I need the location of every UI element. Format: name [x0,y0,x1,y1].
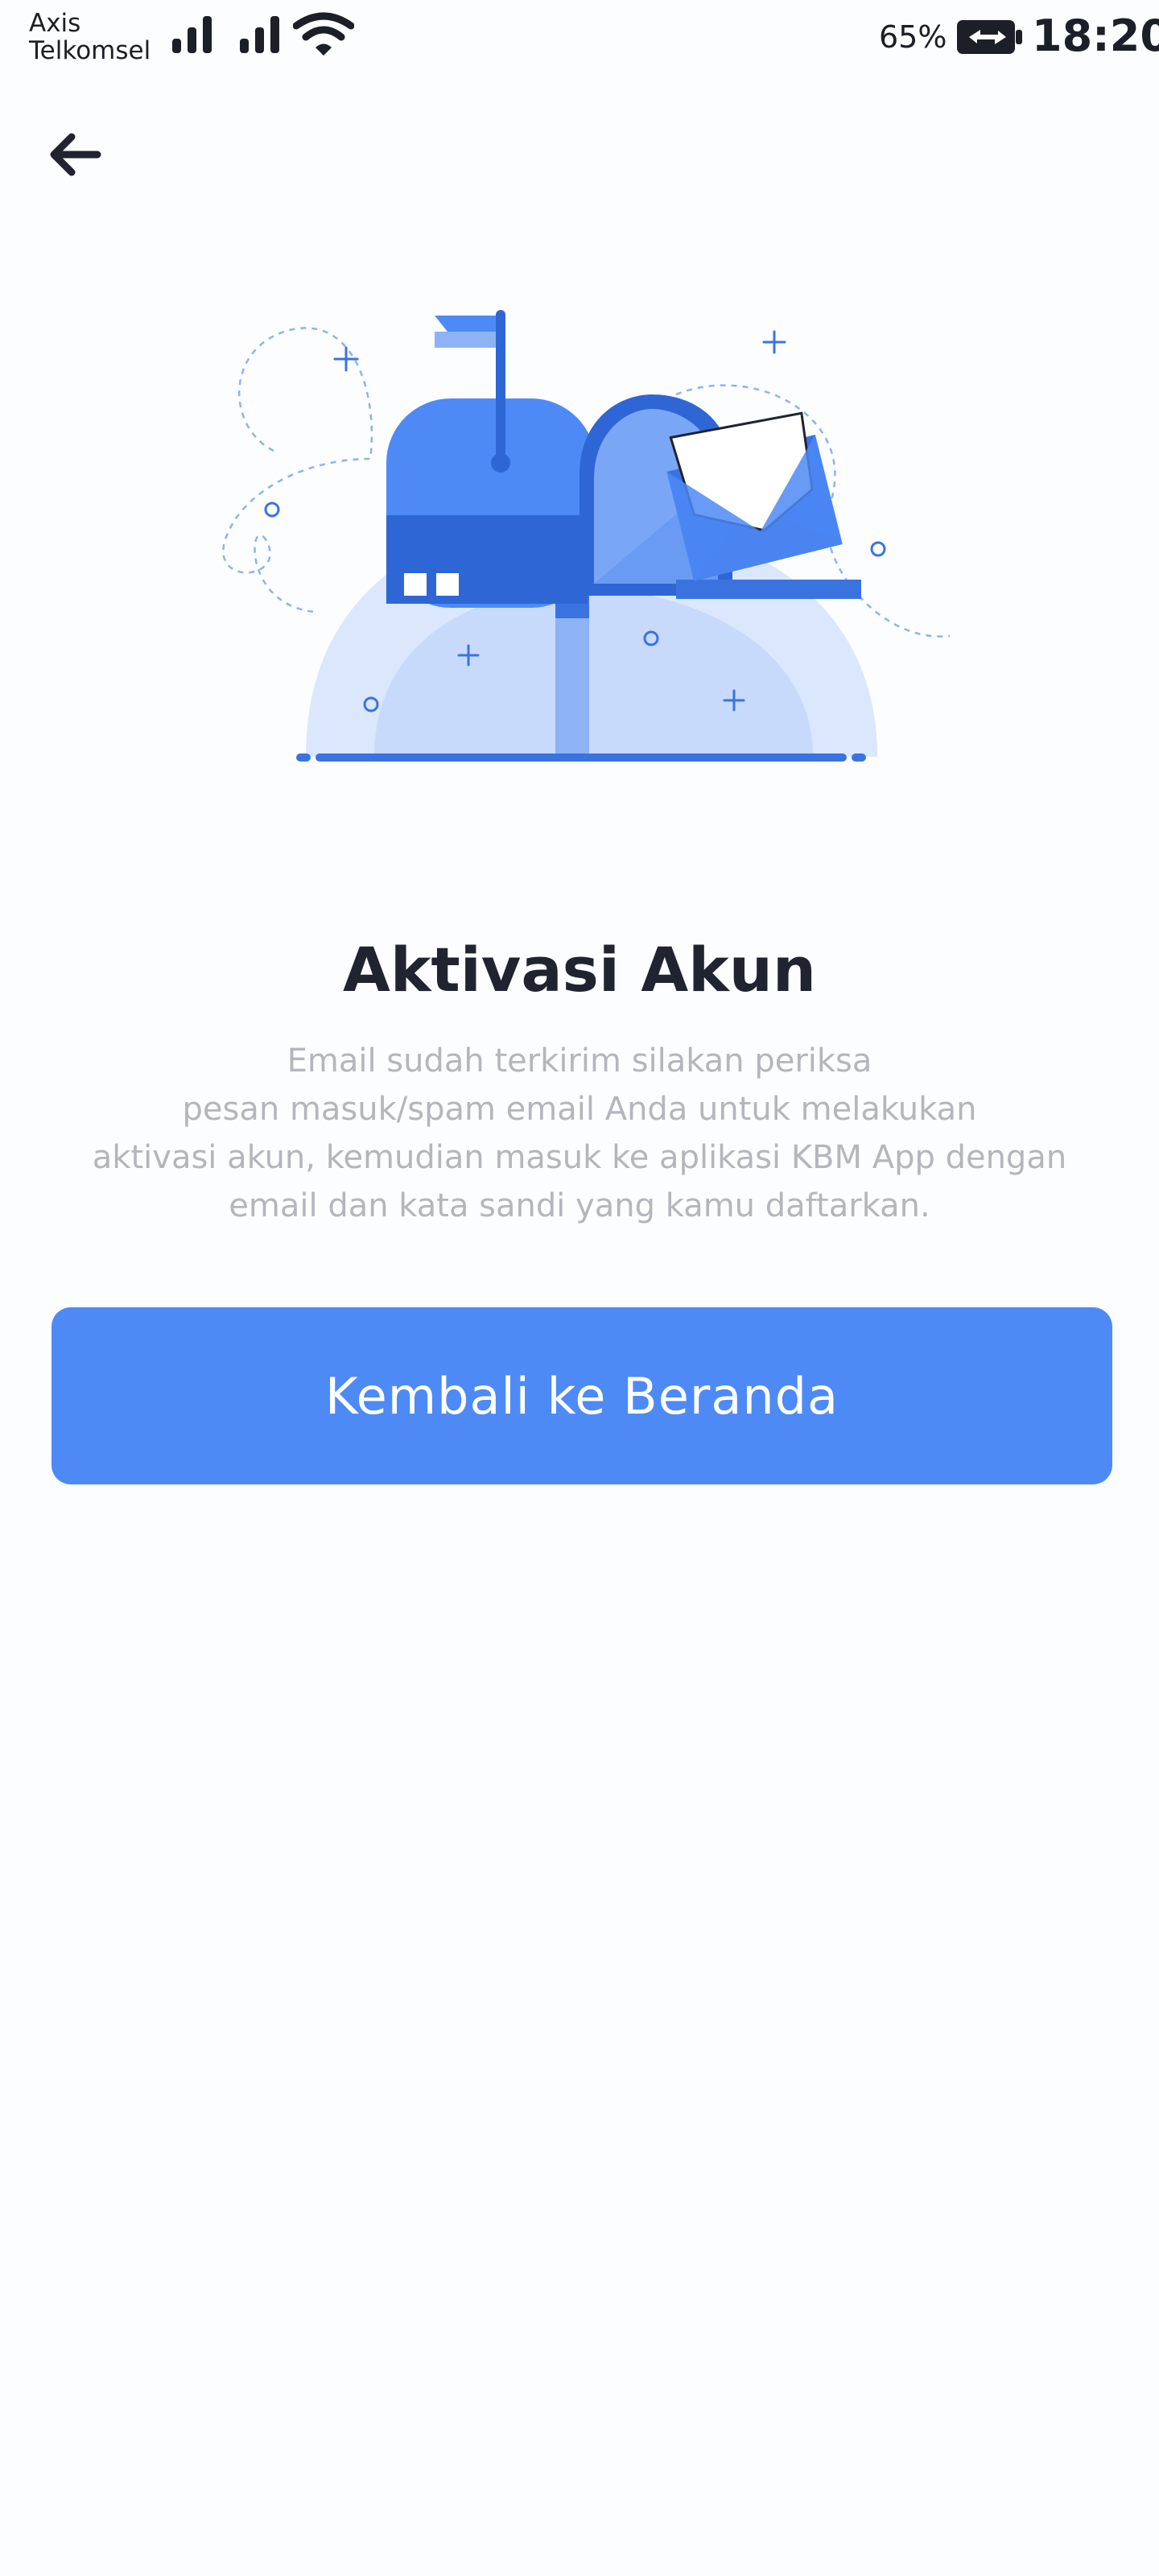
signal-icon [172,16,212,53]
battery-percent: 65% [879,19,947,55]
description-line: aktivasi akun, kemudian masuk ke aplikas… [92,1139,1067,1176]
carrier-name: Axis Telkomsel [29,10,151,64]
description-line: email dan kata sandi yang kamu daftarkan… [229,1187,930,1224]
signal-icon [240,16,279,53]
arrow-left-icon [50,133,101,176]
clock: 18:20 [1032,10,1159,61]
back-button[interactable] [35,121,113,188]
back-to-home-label: Kembali ke Beranda [325,1366,839,1426]
description-line: pesan masuk/spam email Anda untuk melaku… [182,1091,977,1128]
activation-screen: Axis Telkomsel 65% 18:20 Aktivasi Akun E… [0,0,1159,2576]
activation-description: Email sudah terkirim silakan periksa pes… [80,1037,1079,1230]
page-title: Aktivasi Akun [343,934,816,1005]
status-bar: Axis Telkomsel 65% 18:20 [0,0,1159,77]
carrier-line-2: Telkomsel [29,36,151,65]
back-to-home-button[interactable]: Kembali ke Beranda [52,1307,1112,1484]
mailbox-illustration [222,310,951,762]
battery-charging-icon [957,20,1022,54]
wifi-icon [293,12,354,56]
carrier-line-1: Axis [29,9,81,38]
description-line: Email sudah terkirim silakan periksa [287,1042,872,1080]
